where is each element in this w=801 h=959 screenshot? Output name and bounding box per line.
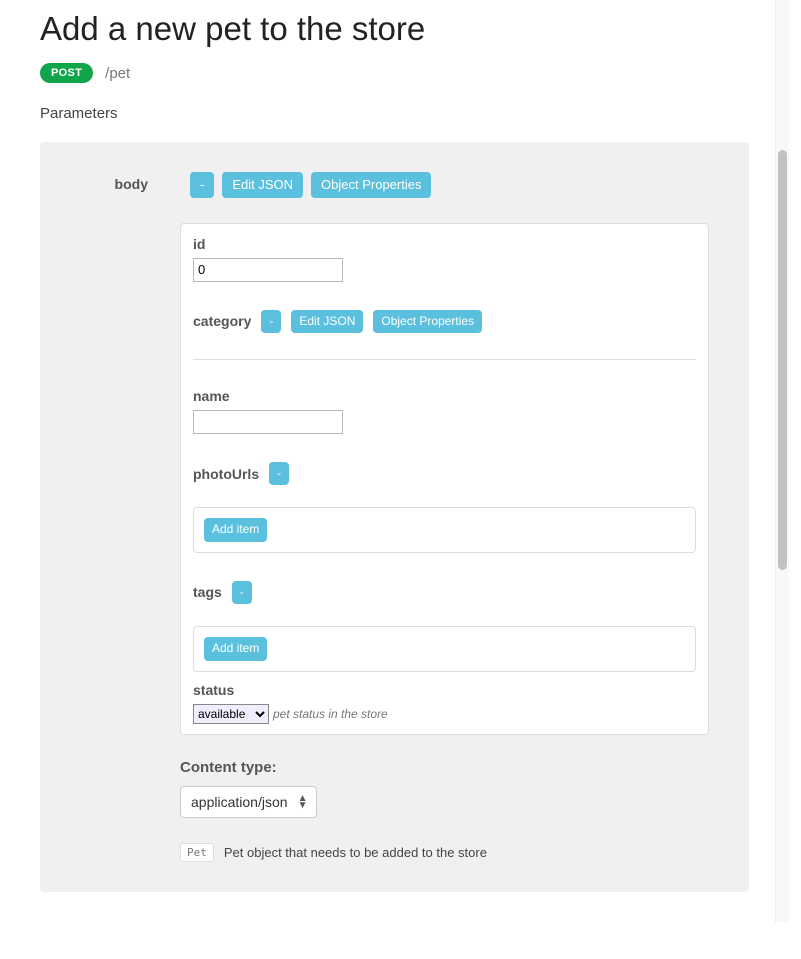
category-edit-json-button[interactable]: Edit JSON <box>291 310 363 333</box>
content-type-value: application/json <box>191 794 288 810</box>
field-name-input[interactable] <box>193 410 343 434</box>
field-photourls-label: photoUrls <box>193 466 259 482</box>
model-row: Pet Pet object that needs to be added to… <box>180 843 709 862</box>
field-name-label: name <box>193 388 696 404</box>
field-photourls-group: photoUrls - Add item <box>193 462 696 553</box>
field-id-group: id <box>193 236 696 282</box>
tags-collapse-button[interactable]: - <box>232 581 252 604</box>
content-type-label: Content type: <box>180 759 709 776</box>
field-tags-label: tags <box>193 584 222 600</box>
field-status-label: status <box>193 682 696 698</box>
tags-add-item-button[interactable]: Add item <box>204 637 267 660</box>
category-collapse-button[interactable]: - <box>261 310 281 333</box>
field-id-label: id <box>193 236 696 252</box>
body-collapse-button[interactable]: - <box>190 172 214 198</box>
category-object-properties-button[interactable]: Object Properties <box>373 310 482 333</box>
field-status-description: pet status in the store <box>273 707 388 721</box>
photourls-add-item-button[interactable]: Add item <box>204 518 267 541</box>
page-title: Add a new pet to the store <box>40 10 749 48</box>
photourls-collapse-button[interactable]: - <box>269 462 289 485</box>
page-scrollbar-thumb[interactable] <box>778 150 787 570</box>
field-name-group: name <box>193 388 696 434</box>
parameters-heading: Parameters <box>40 105 749 122</box>
content-type-select[interactable]: application/json ▲▼ <box>180 786 317 818</box>
field-category-group: category - Edit JSON Object Properties <box>193 310 696 360</box>
body-object-properties-button[interactable]: Object Properties <box>311 172 431 198</box>
select-caret-icon: ▲▼ <box>298 795 308 809</box>
field-status-select[interactable]: available <box>193 704 269 724</box>
body-editor-well: id category - Edit JSON Object Propertie… <box>180 223 709 735</box>
body-edit-json-button[interactable]: Edit JSON <box>222 172 303 198</box>
http-method-pill: POST <box>40 63 93 83</box>
field-id-input[interactable] <box>193 258 343 282</box>
field-tags-group: tags - Add item <box>193 581 696 672</box>
parameters-panel: body - Edit JSON Object Properties id ca <box>40 142 749 892</box>
endpoint-path: /pet <box>105 65 130 82</box>
page-scrollbar[interactable] <box>775 0 789 922</box>
model-name-badge: Pet <box>180 843 214 862</box>
field-status-group: status available pet status in the store <box>193 682 696 724</box>
divider <box>193 359 696 360</box>
model-description: Pet object that needs to be added to the… <box>224 845 487 860</box>
method-path-row: POST /pet <box>40 63 749 83</box>
field-category-label: category <box>193 313 251 329</box>
body-param-label: body <box>115 176 148 192</box>
